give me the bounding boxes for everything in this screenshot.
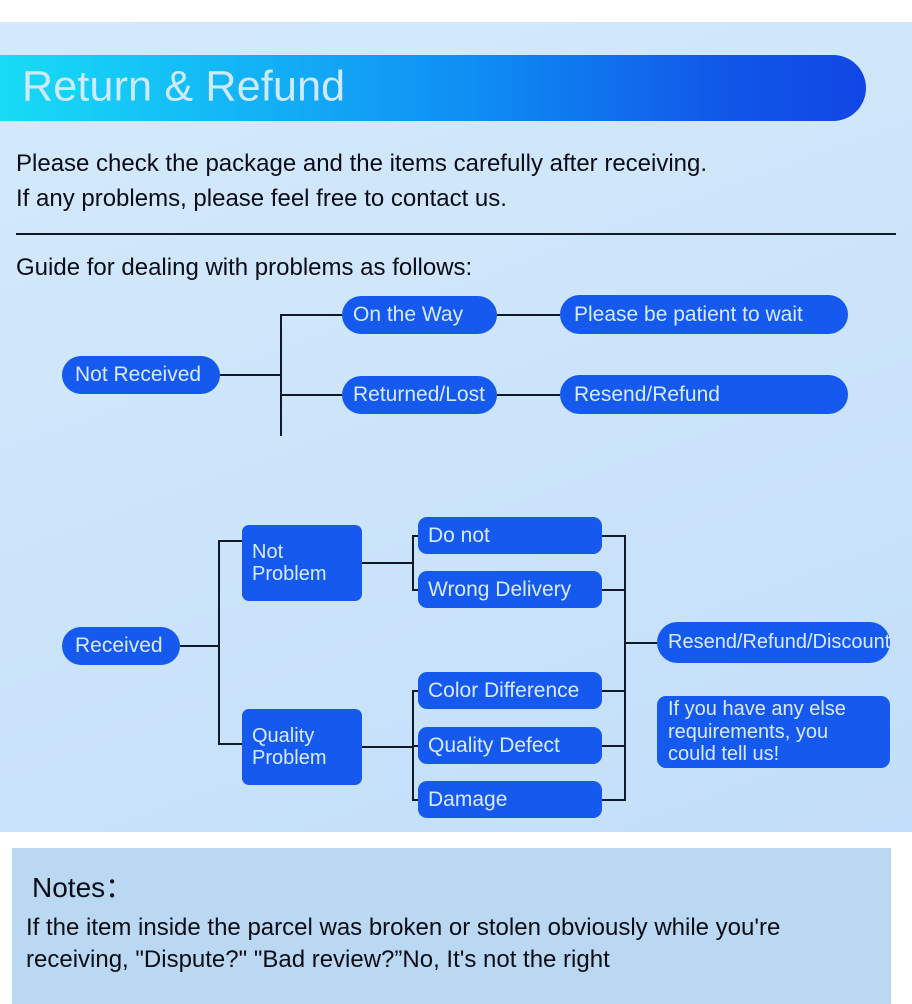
node-label: On the Way [353,303,464,327]
node-label: Not Problem [252,540,327,585]
node-any-else-requirements: If you have any else requirements, you cou… [657,696,890,768]
node-not-problem: Not Problem [242,525,362,601]
node-on-the-way: On the Way [342,296,497,334]
connector-to-on-the-way [280,314,342,316]
node-label: Received [75,634,163,658]
node-label: Wrong Delivery [428,577,572,601]
node-quality-defect: Quality Defect [418,727,602,764]
node-do-not: Do not [418,517,602,554]
connector-on-the-way-to-action [497,314,560,316]
node-not-received: Not Received [62,356,220,394]
connector-not-received-bus [280,314,282,436]
notes-body: If the item inside the parcel was broken… [26,914,781,974]
node-label: Color Difference [428,678,580,702]
node-label: Quality Defect [428,733,560,757]
node-label: Quality Problem [252,724,327,769]
connector-not-received-stem [220,374,281,376]
connector-returned-lost-to-action [497,394,560,396]
connector-to-not-problem [218,540,242,542]
guide-label: Guide for dealing with problems as follo… [16,254,473,281]
section-divider [16,233,896,235]
connector-quality-defect-out [602,745,626,747]
notes-title: Notes： [32,872,134,903]
node-please-be-patient: Please be patient to wait [560,295,848,334]
page-title: Return & Refund [22,62,346,111]
intro-line-1: Please check the package and the items c… [16,150,708,177]
connector-not-problem-stem [362,562,413,564]
connector-not-problem-leaf-bus [412,535,414,591]
connector-color-difference-out [602,690,626,692]
node-label: Resend/Refund [574,382,720,406]
node-label: Returned/Lost [353,383,485,407]
node-resend-refund: Resend/Refund [560,375,848,414]
connector-outcome-stem [624,642,658,644]
connector-to-returned-lost [280,394,342,396]
connector-received-bus [218,540,220,745]
connector-to-quality-problem [218,743,242,745]
intro-line-2: If any problems, please feel free to con… [16,185,507,212]
node-resend-refund-discount: Resend/Refund/Discount [657,622,890,663]
node-color-difference: Color Difference [418,672,602,709]
connector-wrong-delivery-out [602,589,626,591]
return-refund-panel: Return & Refund Please check the package… [0,22,912,832]
connector-quality-problem-stem [362,746,413,748]
node-quality-problem: Quality Problem [242,709,362,785]
connector-received-stem [180,645,219,647]
notes-panel: Notes： If the item inside the parcel was… [12,848,891,1004]
connector-do-not-out [602,535,626,537]
page-header-banner: Return & Refund [0,55,866,121]
node-wrong-delivery: Wrong Delivery [418,571,602,608]
node-label: Please be patient to wait [574,302,803,326]
node-damage: Damage [418,781,602,818]
node-label: Not Received [75,363,202,387]
connector-outcome-bus [624,535,626,801]
node-received: Received [62,627,180,665]
node-label: Resend/Refund/Discount [668,631,891,654]
node-label: Do not [428,523,490,547]
node-returned-lost: Returned/Lost [342,376,497,414]
connector-damage-out [602,799,626,801]
node-label: If you have any else requirements, you cou… [668,698,846,766]
node-label: Damage [428,787,508,811]
